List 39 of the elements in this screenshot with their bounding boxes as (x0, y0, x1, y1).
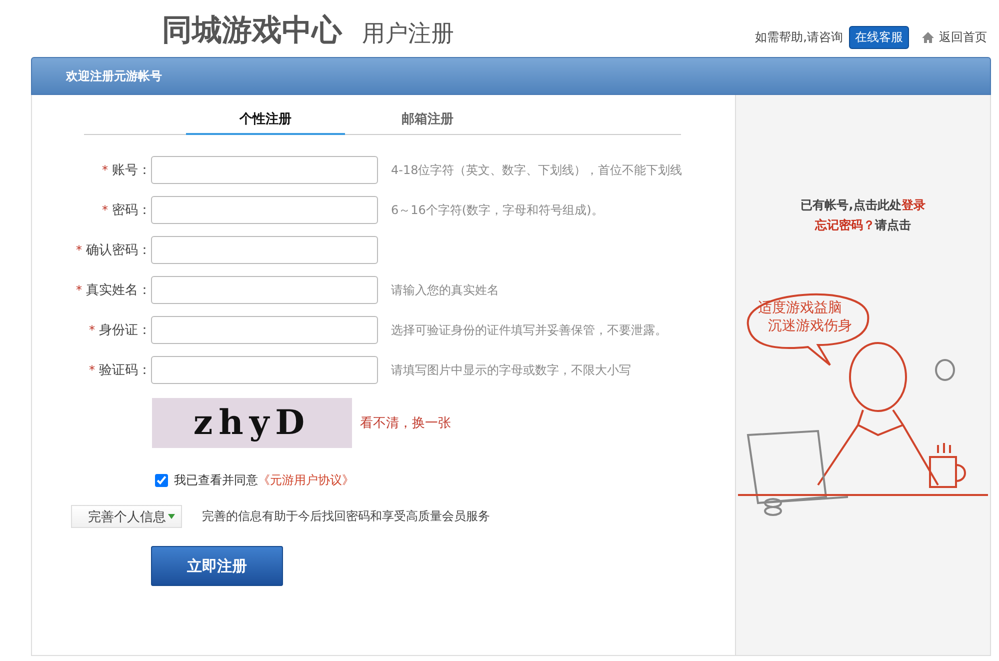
field-label: * 账号： (101, 162, 151, 179)
field-hint: 选择可验证身份的证件填写并妥善保管，不要泄露。 (391, 322, 667, 338)
field-label: * 确认密码： (75, 242, 151, 259)
info-note: 完善的信息有助于今后找回密码和享受高质量会员服务 (202, 508, 490, 525)
login-link[interactable]: 登录 (901, 198, 926, 212)
input-field[interactable] (151, 356, 378, 384)
field-label: * 密码： (101, 202, 151, 219)
register-button[interactable]: 立即注册 (151, 546, 283, 586)
agree-checkbox[interactable] (155, 474, 168, 487)
tab[interactable]: 邮箱注册 (345, 105, 510, 135)
home-icon (921, 31, 935, 44)
online-service-button[interactable]: 在线客服 (849, 26, 909, 49)
home-link[interactable]: 返回首页 (939, 29, 987, 46)
forgot-password-prompt: 忘记密码？请点击 (814, 217, 912, 234)
field-label: * 验证码： (88, 362, 151, 379)
captcha-image: zhyD (152, 398, 352, 448)
field-label: * 真实姓名： (75, 282, 151, 299)
page-title: 用户注册 (362, 23, 454, 46)
agreement-text: 我已查看并同意《元游用户协议》 (174, 472, 354, 489)
refresh-captcha-link[interactable]: 看不清，换一张 (360, 414, 451, 432)
caret-icon (168, 514, 175, 519)
help-text: 如需帮助,请咨询 (755, 29, 843, 46)
agreement-link[interactable]: 《元游用户协议》 (258, 473, 354, 487)
tab[interactable]: 个性注册 (186, 105, 345, 135)
more-info-button[interactable]: 完善个人信息 (71, 505, 182, 528)
banner-title: 欢迎注册元游帐号 (66, 68, 162, 84)
field-label: * 身份证： (88, 322, 151, 339)
site-title: 同城游戏中心 (162, 16, 342, 46)
forgot-password-link[interactable]: 忘记密码？ (815, 218, 875, 232)
field-hint: 6～16个字符(数字，字母和符号组成)。 (391, 202, 604, 218)
input-field[interactable] (151, 156, 378, 184)
input-field[interactable] (151, 276, 378, 304)
input-field[interactable] (151, 316, 378, 344)
input-field[interactable] (151, 196, 378, 224)
field-hint: 4-18位字符（英文、数字、下划线），首位不能下划线 (391, 162, 682, 178)
login-prompt: 已有帐号,点击此处登录 (800, 197, 926, 214)
input-field[interactable] (151, 236, 378, 264)
field-hint: 请填写图片中显示的字母或数字，不限大小写 (391, 362, 631, 378)
field-hint: 请输入您的真实姓名 (391, 282, 499, 298)
